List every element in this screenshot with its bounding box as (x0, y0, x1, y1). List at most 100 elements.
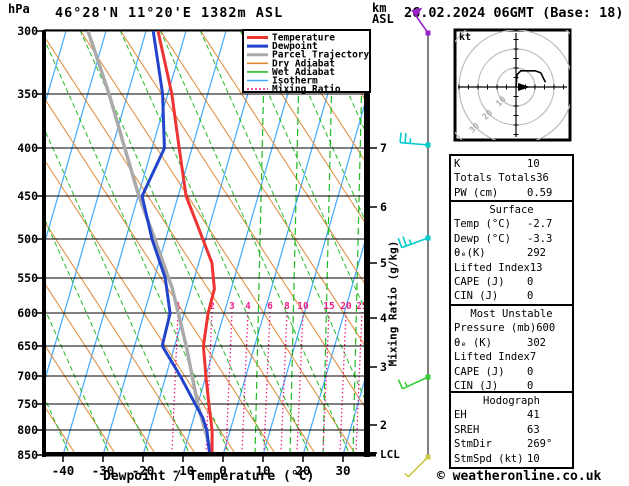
stat-label: CAPE (J) (454, 365, 505, 378)
stats-row: Lifted Index 7 (454, 350, 569, 364)
stat-value: 10 (527, 452, 540, 465)
curve-parcel-trajectory (86, 30, 214, 455)
pressure-tick-labels: 300 350 400 450 500 550 600 650 700 750 800 850 (17, 24, 38, 462)
pressure-tick-label: 700 (17, 369, 38, 383)
stats-row: EH 41 (454, 408, 569, 422)
stat-value: 10 (527, 158, 540, 170)
stat-value: 269° (527, 438, 553, 451)
pressure-tick-label: 350 (17, 87, 38, 101)
stats-row: CAPE (J) 0 (454, 365, 569, 379)
stats-row: Lifted Index 13 (454, 261, 569, 275)
stat-label: SREH (454, 423, 480, 436)
stat-label: StmDir (454, 438, 492, 451)
chart-legend: TemperatureDewpointParcel TrajectoryDry … (242, 29, 371, 95)
stat-value: 0 (527, 365, 534, 378)
stats-row: CIN (J) 0 (454, 289, 569, 303)
stat-label: Pressure (mb) (454, 322, 537, 335)
km-tick-label: 7 (380, 141, 387, 155)
stat-value: -3.3 (527, 232, 553, 245)
stats-row: θₑ(K) 292 (454, 246, 569, 260)
pressure-tick-label: 600 (17, 306, 38, 320)
pressure-tick-label: 400 (17, 141, 38, 155)
stats-row: Pressure (mb) 600 (454, 321, 569, 335)
curve-temperature (156, 30, 216, 455)
stat-value: 41 (527, 409, 540, 422)
stat-label: PW (cm) (454, 186, 499, 199)
mixing-ratio-lines (171, 311, 363, 453)
stats-table-title: Most Unstable (470, 308, 553, 320)
pressure-tick-label: 500 (17, 232, 38, 246)
stat-label: EH (454, 409, 467, 422)
stat-value: 7 (529, 351, 537, 364)
sounding-curves (86, 30, 216, 455)
stat-label: Temp (°C) (454, 218, 511, 231)
hodograph-unit-label: kt (459, 32, 472, 43)
pressure-tick-label: 300 (17, 24, 38, 38)
stat-value: 36 (536, 172, 549, 185)
stats-row: Temp (°C) -2.7 (454, 217, 569, 231)
pressure-tick-label: 450 (17, 189, 38, 203)
stat-label: Totals Totals (454, 172, 537, 185)
x-axis-label: Dewpoint / Temperature (°C) (103, 469, 315, 484)
wind-barb (397, 374, 431, 390)
mixing-ratio-label: 3 (229, 301, 235, 312)
wind-barb (399, 132, 431, 148)
stats-table-title: Surface (489, 204, 534, 216)
stat-label: θₑ(K) (454, 247, 486, 260)
pressure-tick-label: 850 (17, 448, 38, 462)
mixing-ratio-label: 4 (245, 301, 251, 312)
stat-value: 63 (527, 423, 540, 436)
wind-barb (404, 454, 431, 478)
stats-row: θₑ (K) 302 (454, 336, 569, 350)
stats-row: PW (cm) 0.59 (454, 186, 569, 200)
pressure-tick-label: 800 (17, 423, 38, 437)
stats-row: Totals Totals 36 (454, 171, 569, 185)
credit-footer: © weatheronline.co.uk (437, 469, 602, 484)
stats-table-most-unstable: Most Unstable Pressure (mb) 600 θₑ (K) 302 Li… (449, 304, 574, 397)
stats-row: CAPE (J) 0 (454, 275, 569, 289)
km-tick-label: 6 (380, 200, 387, 214)
temp-tick-label: 30 (335, 463, 350, 478)
stat-label: θₑ (K) (454, 336, 492, 349)
stat-value: -2.7 (527, 218, 553, 231)
wind-barb (397, 235, 431, 249)
lcl-label: LCL (380, 448, 400, 461)
mixing-ratio-axis-label: Mixing Ratio (g/kg) (386, 240, 400, 367)
curve-dewpoint (140, 30, 212, 455)
stats-row: Dewp (°C) -3.3 (454, 232, 569, 246)
stat-value: 13 (529, 261, 543, 274)
stats-row: StmSpd (kt) 10 (454, 452, 569, 466)
skewt-sounding-page: hPa 46°28'N 11°20'E 1382m ASL km ASL 26.… (0, 0, 629, 486)
pressure-tick-label: 550 (17, 271, 38, 285)
mixing-ratio-label: 15 (323, 301, 335, 312)
stats-row: StmDir 269° (454, 437, 569, 451)
wind-barb (411, 7, 431, 36)
stat-value: 0.59 (527, 186, 553, 199)
wind-barbs (397, 7, 431, 478)
mixing-ratio-label: 10 (297, 301, 309, 312)
stats-table-indices: K 10 Totals Totals 36 PW (cm) 0.59 (449, 154, 574, 204)
mixing-ratio-label: 20 (340, 301, 352, 312)
pressure-tick-label: 750 (17, 397, 38, 411)
mixing-ratio-label: 6 (267, 301, 273, 312)
stat-label: CAPE (J) (454, 276, 505, 289)
stat-value: 292 (527, 247, 546, 260)
mixing-ratio-label: 8 (284, 301, 290, 312)
stats-row: SREH 63 (454, 423, 569, 437)
stat-label: StmSpd (kt) (454, 452, 524, 465)
km-tick-label: 2 (380, 418, 387, 432)
temp-tick-label: -40 (52, 463, 75, 478)
legend-item-label: Mixing Ratio (272, 84, 341, 95)
stats-table-title: Hodograph (483, 395, 540, 407)
stat-label: Lifted Index (454, 261, 530, 274)
km-asl-ticks: 765432 (370, 141, 387, 454)
stats-table-hodograph: Hodograph EH 41 SREH 63 StmDir 269° StmSpd (kt)… (449, 391, 574, 470)
stat-label: Dewp (°C) (454, 232, 511, 245)
stat-label: Lifted Index (454, 351, 530, 364)
stat-value: 302 (527, 336, 546, 349)
pressure-tick-label: 650 (17, 339, 38, 353)
stats-table-surface: Surface Temp (°C) -2.7 Dewp (°C) -3.3 θₑ(K) 29… (449, 200, 574, 307)
stat-label: K (454, 158, 461, 170)
stats-row: K 10 (454, 157, 569, 171)
stat-label: CIN (J) (454, 290, 499, 303)
